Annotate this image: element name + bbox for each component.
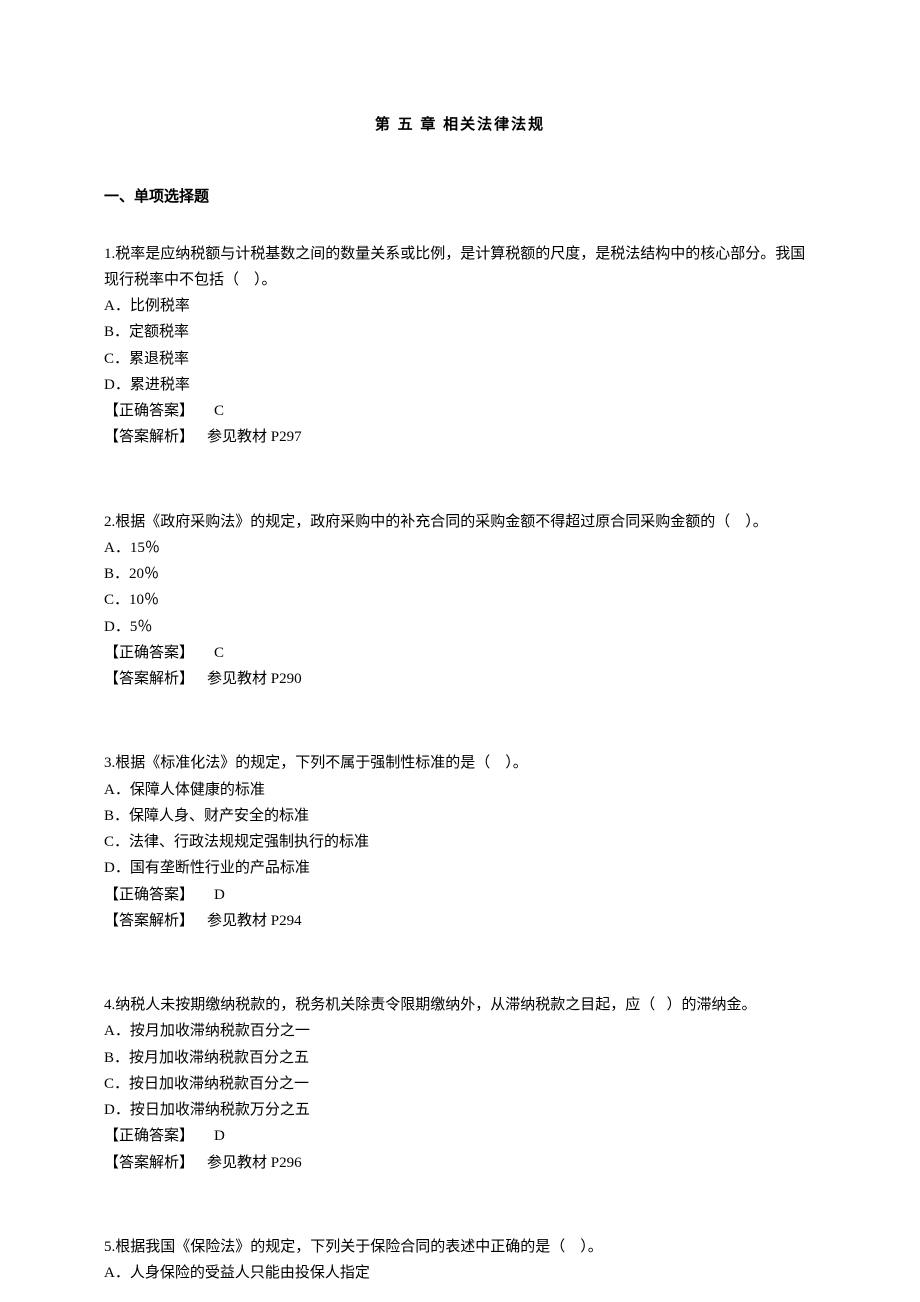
question-stem: 1.税率是应纳税额与计税基数之间的数量关系或比例，是计算税额的尺度，是税法结构中… bbox=[104, 241, 816, 294]
answer-analysis-value: 参见教材 P296 bbox=[207, 1150, 302, 1176]
correct-answer-label: 【正确答案】 bbox=[104, 882, 194, 908]
correct-answer-value: C bbox=[214, 398, 224, 424]
option-c: C．按日加收滞纳税款百分之一 bbox=[104, 1071, 816, 1097]
option-b: B．保障人身、财产安全的标准 bbox=[104, 803, 816, 829]
answer-analysis-value: 参见教材 P297 bbox=[207, 424, 302, 450]
option-b: B．20％ bbox=[104, 561, 816, 587]
answer-analysis-value: 参见教材 P290 bbox=[207, 666, 302, 692]
correct-answer-label: 【正确答案】 bbox=[104, 398, 194, 424]
correct-answer-value: D bbox=[214, 1123, 225, 1149]
option-a: A．人身保险的受益人只能由投保人指定 bbox=[104, 1260, 816, 1286]
question-stem: 2.根据《政府采购法》的规定，政府采购中的补充合同的采购金额不得超过原合同采购金… bbox=[104, 509, 816, 535]
option-c: C．10％ bbox=[104, 587, 816, 613]
question-1: 1.税率是应纳税额与计税基数之间的数量关系或比例，是计算税额的尺度，是税法结构中… bbox=[104, 241, 816, 451]
option-b: B．按月加收滞纳税款百分之五 bbox=[104, 1045, 816, 1071]
correct-answer-value: C bbox=[214, 640, 224, 666]
answer-analysis-label: 【答案解析】 bbox=[104, 908, 194, 934]
option-d: D．5％ bbox=[104, 614, 816, 640]
correct-answer-label: 【正确答案】 bbox=[104, 1123, 194, 1149]
answer-analysis-label: 【答案解析】 bbox=[104, 666, 194, 692]
question-2: 2.根据《政府采购法》的规定，政府采购中的补充合同的采购金额不得超过原合同采购金… bbox=[104, 509, 816, 693]
chapter-title: 第 五 章 相关法律法规 bbox=[104, 112, 816, 138]
option-d: D．按日加收滞纳税款万分之五 bbox=[104, 1097, 816, 1123]
correct-answer-value: D bbox=[214, 882, 225, 908]
correct-answer-label: 【正确答案】 bbox=[104, 640, 194, 666]
option-a: A．比例税率 bbox=[104, 293, 816, 319]
answer-analysis-value: 参见教材 P294 bbox=[207, 908, 302, 934]
option-c: C．法律、行政法规规定强制执行的标准 bbox=[104, 829, 816, 855]
question-stem: 5.根据我国《保险法》的规定，下列关于保险合同的表述中正确的是（ ）。 bbox=[104, 1234, 816, 1260]
option-a: A．按月加收滞纳税款百分之一 bbox=[104, 1018, 816, 1044]
section-title: 一、单项选择题 bbox=[104, 184, 816, 210]
question-4: 4.纳税人未按期缴纳税款的，税务机关除责令限期缴纳外，从滞纳税款之目起，应（ ）… bbox=[104, 992, 816, 1176]
question-5: 5.根据我国《保险法》的规定，下列关于保险合同的表述中正确的是（ ）。 A．人身… bbox=[104, 1234, 816, 1287]
answer-analysis-label: 【答案解析】 bbox=[104, 424, 194, 450]
option-d: D．累进税率 bbox=[104, 372, 816, 398]
option-a: A．保障人体健康的标准 bbox=[104, 777, 816, 803]
question-3: 3.根据《标准化法》的规定，下列不属于强制性标准的是（ ）。 A．保障人体健康的… bbox=[104, 750, 816, 934]
option-a: A．15％ bbox=[104, 535, 816, 561]
question-stem: 3.根据《标准化法》的规定，下列不属于强制性标准的是（ ）。 bbox=[104, 750, 816, 776]
question-stem: 4.纳税人未按期缴纳税款的，税务机关除责令限期缴纳外，从滞纳税款之目起，应（ ）… bbox=[104, 992, 816, 1018]
option-c: C．累退税率 bbox=[104, 346, 816, 372]
answer-analysis-label: 【答案解析】 bbox=[104, 1150, 194, 1176]
option-b: B．定额税率 bbox=[104, 319, 816, 345]
option-d: D．国有垄断性行业的产品标准 bbox=[104, 855, 816, 881]
